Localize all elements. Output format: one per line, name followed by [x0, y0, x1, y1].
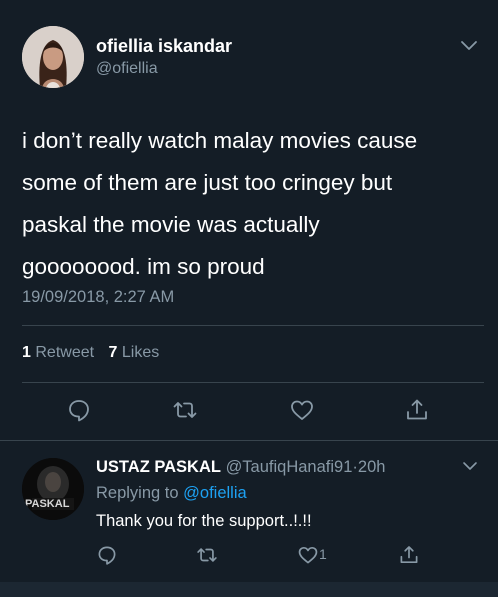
- share-icon[interactable]: [404, 397, 430, 423]
- reply-text: Thank you for the support..!.!!: [96, 512, 312, 530]
- reply-author-name[interactable]: USTAZ PASKAL: [96, 458, 221, 476]
- like-count[interactable]: 7: [109, 344, 118, 361]
- tweet-text-line: paskal the movie was actually: [22, 212, 320, 237]
- reply-header: USTAZ PASKAL @TaufiqHanafi91·20h: [96, 458, 385, 477]
- chevron-down-icon[interactable]: [462, 460, 478, 472]
- reply-icon[interactable]: [96, 544, 118, 566]
- heart-icon[interactable]: [289, 397, 315, 423]
- avatar[interactable]: [22, 26, 84, 88]
- replying-to-mention[interactable]: @ofiellia: [183, 484, 247, 502]
- tweet-stats: 1 Retweet 7 Likes: [22, 344, 159, 362]
- tweet-text-line: some of them are just too cringey but: [22, 170, 393, 195]
- reply-time: 20h: [357, 458, 386, 476]
- divider: [22, 325, 484, 326]
- avatar-image: [22, 26, 84, 88]
- reply-avatar[interactable]: PASKAL: [22, 458, 84, 520]
- reply-avatar-image: PASKAL: [22, 458, 84, 520]
- reply-author-handle[interactable]: @TaufiqHanafi91: [226, 458, 353, 476]
- tweet-timestamp: 19/09/2018, 2:27 AM: [22, 288, 175, 306]
- reply-icon[interactable]: [66, 397, 92, 423]
- reply-tweet[interactable]: PASKAL USTAZ PASKAL @TaufiqHanafi91·20h …: [0, 440, 498, 597]
- main-tweet: ofiellia iskandar @ofiellia i don’t real…: [0, 0, 498, 438]
- retweet-label[interactable]: Retweet: [35, 344, 94, 361]
- tweet-text: i don’t really watch malay movies cause …: [22, 120, 482, 288]
- tweet-text-line: i don’t really watch malay movies cause: [22, 128, 418, 153]
- like-label[interactable]: Likes: [122, 344, 159, 361]
- reply-avatar-text: PASKAL: [25, 498, 70, 510]
- reply-like-count: 1: [319, 546, 327, 562]
- tweet-text-line: goooooood. im so proud: [22, 254, 265, 279]
- retweet-icon[interactable]: [196, 544, 218, 566]
- replying-to-label: Replying to: [96, 484, 179, 502]
- retweet-count[interactable]: 1: [22, 344, 31, 361]
- retweet-icon[interactable]: [172, 397, 198, 423]
- chevron-down-icon[interactable]: [460, 38, 478, 52]
- next-item-edge: [0, 582, 498, 597]
- divider: [22, 382, 484, 383]
- heart-icon[interactable]: [297, 544, 319, 566]
- author-handle[interactable]: @ofiellia: [96, 60, 158, 78]
- author-name[interactable]: ofiellia iskandar: [96, 36, 232, 57]
- reply-actions: 1: [0, 544, 498, 568]
- share-icon[interactable]: [398, 544, 420, 566]
- tweet-actions: [0, 397, 498, 427]
- replying-to: Replying to @ofiellia: [96, 484, 247, 503]
